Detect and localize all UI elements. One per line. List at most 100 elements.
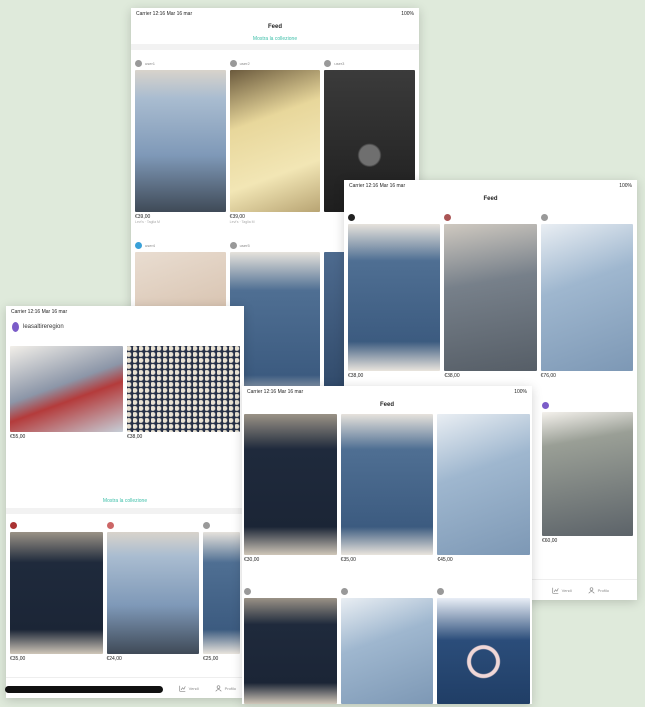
status-bar: Carrier 12:16 Mar 16 mar 100% [242, 386, 532, 398]
avatar [135, 59, 142, 67]
user-header[interactable]: user3 [324, 56, 415, 70]
user-header[interactable] [10, 518, 103, 532]
feed-item[interactable] [437, 584, 531, 704]
username: user4 [145, 242, 156, 248]
item-photo[interactable] [340, 414, 434, 555]
feed-item[interactable] [340, 584, 434, 704]
feed-item[interactable] [244, 584, 337, 704]
item-meta: €38,00 [127, 432, 240, 456]
collection-link[interactable]: Mostra la collezione [6, 496, 244, 506]
item-meta: €30,00 [244, 555, 337, 579]
item-photo[interactable] [244, 598, 337, 704]
item-photo[interactable] [437, 598, 531, 704]
item-meta: €55,00 [10, 432, 123, 456]
shop-item[interactable]: €35,00 [10, 518, 103, 678]
status-right: 100% [514, 389, 527, 395]
tab-profile-label: Profilo [597, 587, 609, 593]
username: user3 [334, 60, 345, 66]
status-bar: Carrier 12:16 Mar 16 mar 100% [344, 180, 637, 192]
feed-item[interactable]: €38,00 [348, 210, 441, 395]
avatar [229, 241, 237, 249]
tab-sell[interactable]: Vendi [178, 685, 199, 692]
item-meta: €76,00 [541, 371, 633, 395]
home-indicator[interactable] [5, 686, 163, 693]
item-sub: Levi's · Taglia M [135, 220, 160, 224]
shop-item[interactable]: €25,00 [203, 518, 240, 678]
status-left: Carrier 12:16 Mar 16 mar [247, 389, 304, 395]
user-icon [588, 586, 595, 594]
item-photo[interactable] [437, 414, 531, 555]
user-header[interactable] [203, 518, 240, 532]
feed-grid: €30,00 €35,00 €45,00 [244, 414, 531, 579]
feed-item[interactable]: €38,00 [444, 210, 537, 395]
page-title: Feed [267, 24, 282, 30]
shop-item[interactable]: €24,00 [106, 518, 200, 678]
item-photo[interactable] [348, 224, 441, 371]
username: user2 [239, 60, 250, 66]
chart-icon [178, 685, 186, 692]
user-header[interactable] [348, 210, 440, 224]
user-header[interactable] [244, 584, 337, 598]
item-photo[interactable] [135, 70, 226, 212]
avatar [324, 59, 332, 67]
item-meta: €45,00 [437, 555, 530, 579]
item-sub: Levi's · Taglia M [229, 220, 255, 224]
feed-grid-2: €60,00 [542, 398, 633, 560]
feed-item[interactable]: €30,00 [244, 414, 337, 579]
avatar [135, 241, 142, 249]
user-header[interactable] [540, 210, 633, 224]
user-header[interactable] [340, 584, 434, 598]
shop-header[interactable]: leasaltireregion [6, 318, 244, 336]
item-meta: €39,00 Levi's · Taglia M [135, 212, 226, 236]
avatar [229, 59, 237, 67]
feed-item[interactable]: user2 €39,00 Levi's · Taglia M [229, 56, 321, 236]
tab-sell[interactable]: Vendi [551, 587, 572, 594]
user-header[interactable] [437, 584, 530, 598]
item-photo[interactable] [340, 598, 434, 704]
feed-item[interactable]: €76,00 [540, 210, 633, 395]
feed-item[interactable]: €45,00 [437, 414, 531, 579]
collection-link[interactable]: Mostra la collezione [131, 34, 419, 44]
user-header[interactable]: user4 [135, 238, 226, 252]
item-photo[interactable] [540, 224, 633, 371]
item-price: €35,00 [10, 656, 26, 662]
item-photo[interactable] [10, 532, 103, 654]
tab-profile[interactable]: Profilo [215, 684, 236, 692]
feed-grid: €38,00 €38,00 €76,00 [348, 210, 633, 395]
feed-item[interactable]: €35,00 [340, 414, 434, 579]
user-header[interactable]: user1 [135, 56, 226, 70]
item-photo[interactable] [127, 346, 240, 432]
user-header[interactable] [444, 210, 536, 224]
shop-item[interactable]: €55,00 [10, 346, 123, 456]
bottom-screen: Carrier 12:16 Mar 16 mar 100% Feed €30,0… [242, 386, 532, 704]
avatar [106, 521, 114, 529]
item-photo[interactable] [444, 224, 537, 371]
item-meta: €25,00 [203, 654, 240, 678]
item-photo[interactable] [542, 412, 633, 536]
user-header[interactable] [542, 398, 633, 412]
feed-item[interactable]: user1 €39,00 Levi's · Taglia M [135, 56, 226, 236]
avatar [437, 587, 445, 595]
feed-item[interactable]: €60,00 [542, 398, 633, 560]
tab-profile[interactable]: Profilo [588, 586, 609, 594]
page-title: Feed [483, 196, 498, 202]
shop-item[interactable]: €38,00 [127, 346, 240, 456]
user-header[interactable]: user5 [229, 238, 321, 252]
status-right: 100% [619, 183, 632, 189]
user-header[interactable]: user2 [229, 56, 321, 70]
username: user1 [145, 60, 156, 66]
avatar [540, 213, 548, 221]
item-photo[interactable] [229, 70, 321, 212]
status-left: Carrier 12:16 Mar 16 mar [136, 11, 193, 17]
item-photo[interactable] [106, 532, 199, 654]
username: user5 [239, 242, 250, 248]
item-photo[interactable] [10, 346, 123, 432]
item-price: €60,00 [542, 538, 558, 544]
item-photo[interactable] [203, 532, 240, 654]
item-price: €45,00 [437, 557, 453, 563]
status-right: 100% [401, 11, 414, 17]
shop-grid-2: €35,00 €24,00 €25,00 [10, 518, 240, 678]
item-photo[interactable] [244, 414, 337, 555]
item-price: €24,00 [106, 656, 122, 662]
user-header[interactable] [106, 518, 200, 532]
